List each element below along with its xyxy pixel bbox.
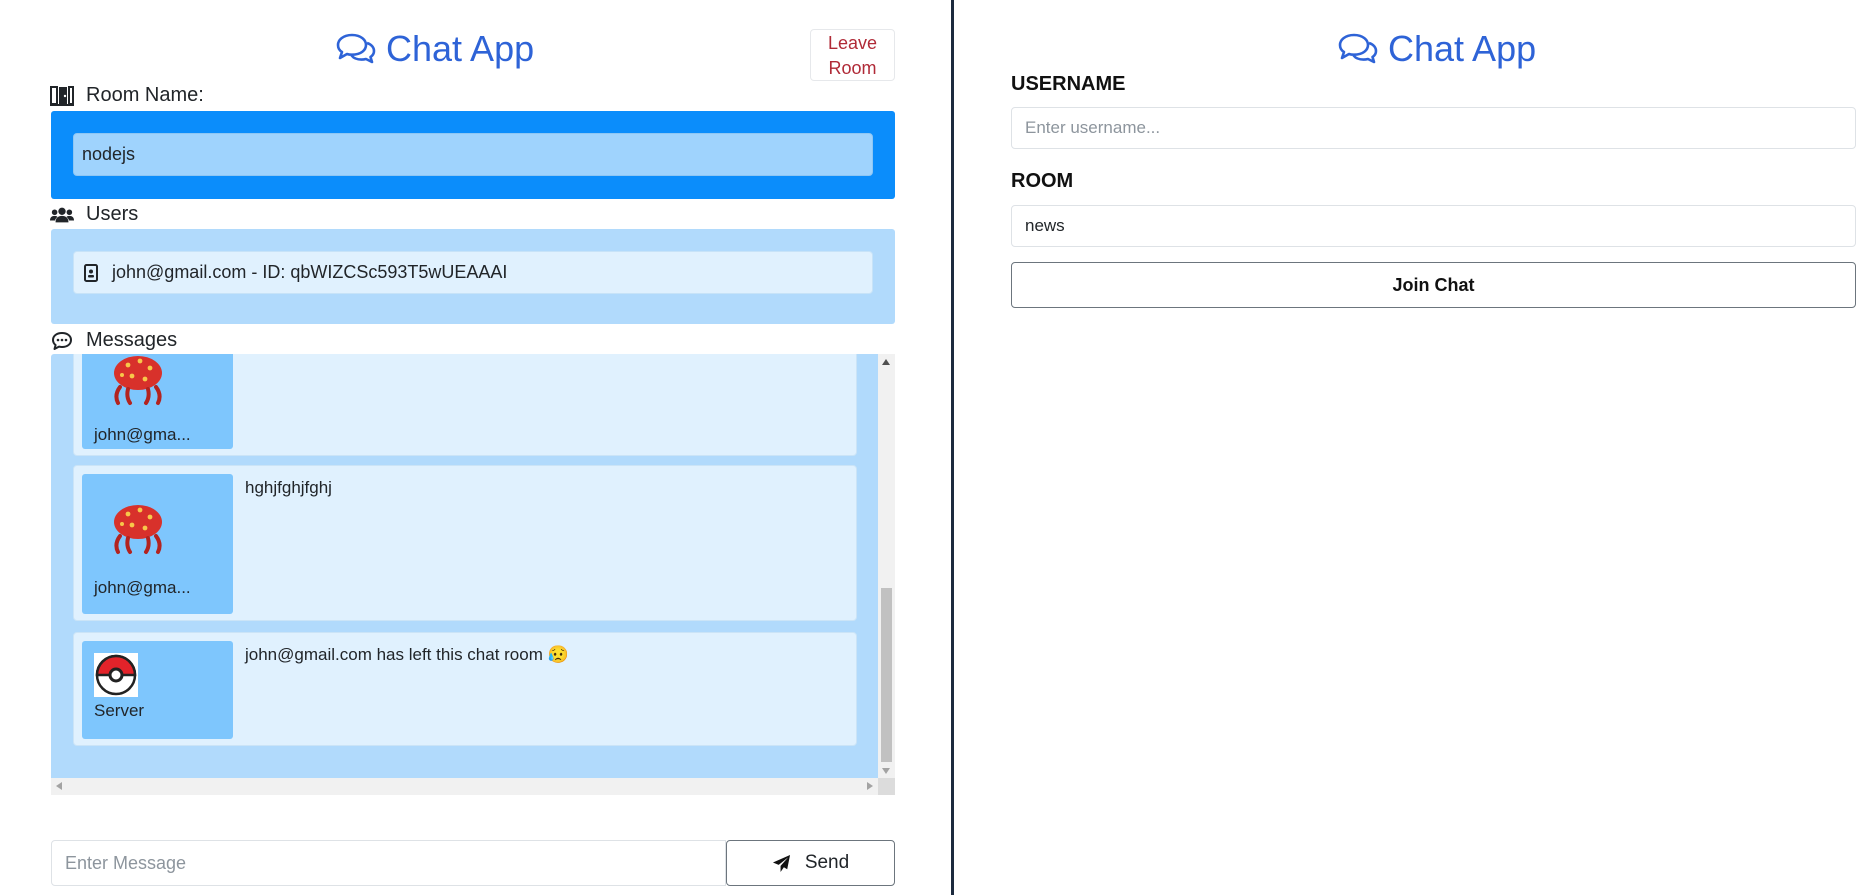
scrollbar-corner <box>878 778 895 795</box>
messages-vertical-scrollbar[interactable] <box>878 354 895 778</box>
message-item: john@gma... <box>73 354 857 456</box>
message-sender: Server <box>94 701 145 720</box>
send-button[interactable]: Send <box>726 840 895 886</box>
paper-plane-icon <box>772 854 790 872</box>
comments-icon <box>336 33 376 64</box>
comments-icon <box>1338 33 1378 64</box>
app-title: Chat App <box>386 28 535 69</box>
messages-heading: Messages <box>50 329 177 352</box>
leave-room-button[interactable]: Leave Room <box>810 29 895 81</box>
message-text: john@gmail.com has left this chat room 😥 <box>245 645 569 664</box>
comment-dots-icon <box>52 331 72 350</box>
parasect-icon <box>114 505 162 554</box>
room-name-box: nodejs <box>51 111 895 199</box>
message-avatar: john@gma... <box>82 354 233 449</box>
user-entry-text: john@gmail.com - ID: qbWIZCSc593T5wUEAAA… <box>112 262 508 282</box>
join-chat-button[interactable]: Join Chat <box>1011 262 1856 308</box>
id-card-icon <box>84 263 98 282</box>
app-title: Chat App <box>1388 28 1537 69</box>
scroll-right-arrow-icon[interactable] <box>867 782 873 790</box>
join-panel: Chat App USERNAME ROOM Join Chat <box>954 0 1872 895</box>
room-input[interactable] <box>1011 205 1856 247</box>
app-root: Chat App Leave Room Room Name: nodejs Us… <box>0 0 1872 895</box>
scrollbar-thumb[interactable] <box>881 588 892 762</box>
message-avatar: Server <box>82 641 233 739</box>
room-name-label: Room Name: <box>86 84 204 106</box>
messages-list[interactable]: john@gma... john@gma... hghjfghjfghj Ser… <box>51 354 895 795</box>
users-list: john@gmail.com - ID: qbWIZCSc593T5wUEAAA… <box>51 229 895 324</box>
users-icon <box>50 207 74 222</box>
room-name-value: nodejs <box>73 133 873 176</box>
username-input[interactable] <box>1011 107 1856 149</box>
leave-label-line1: Leave <box>827 33 878 53</box>
message-sender: john@gma... <box>94 578 191 597</box>
chat-brand: Chat App <box>336 28 534 70</box>
room-name-heading: Room Name: <box>50 84 204 107</box>
chat-room-panel: Chat App Leave Room Room Name: nodejs Us… <box>0 0 951 895</box>
users-label: Users <box>86 203 139 225</box>
user-list-item: john@gmail.com - ID: qbWIZCSc593T5wUEAAA… <box>73 251 873 294</box>
leave-label-line2: Room <box>828 58 877 78</box>
parasect-icon <box>114 356 162 405</box>
message-text: hghjfghjfghj <box>245 478 332 497</box>
scroll-left-arrow-icon[interactable] <box>56 782 62 790</box>
messages-horizontal-scrollbar[interactable] <box>51 778 878 795</box>
messages-label: Messages <box>86 329 178 351</box>
join-brand: Chat App <box>1338 28 1536 70</box>
username-label: USERNAME <box>1011 73 1126 95</box>
message-item: john@gma... hghjfghjfghj <box>73 465 857 621</box>
scroll-up-arrow-icon[interactable] <box>882 359 890 365</box>
message-item: Server john@gmail.com has left this chat… <box>73 632 857 746</box>
scroll-down-arrow-icon[interactable] <box>882 768 890 774</box>
room-label: ROOM <box>1011 170 1074 192</box>
send-label: Send <box>804 852 850 873</box>
message-input[interactable] <box>51 840 726 886</box>
message-sender: john@gma... <box>94 425 191 444</box>
door-closed-icon <box>50 85 74 106</box>
pokeball-icon <box>94 653 138 697</box>
message-avatar: john@gma... <box>82 474 233 614</box>
users-heading: Users <box>50 203 138 226</box>
